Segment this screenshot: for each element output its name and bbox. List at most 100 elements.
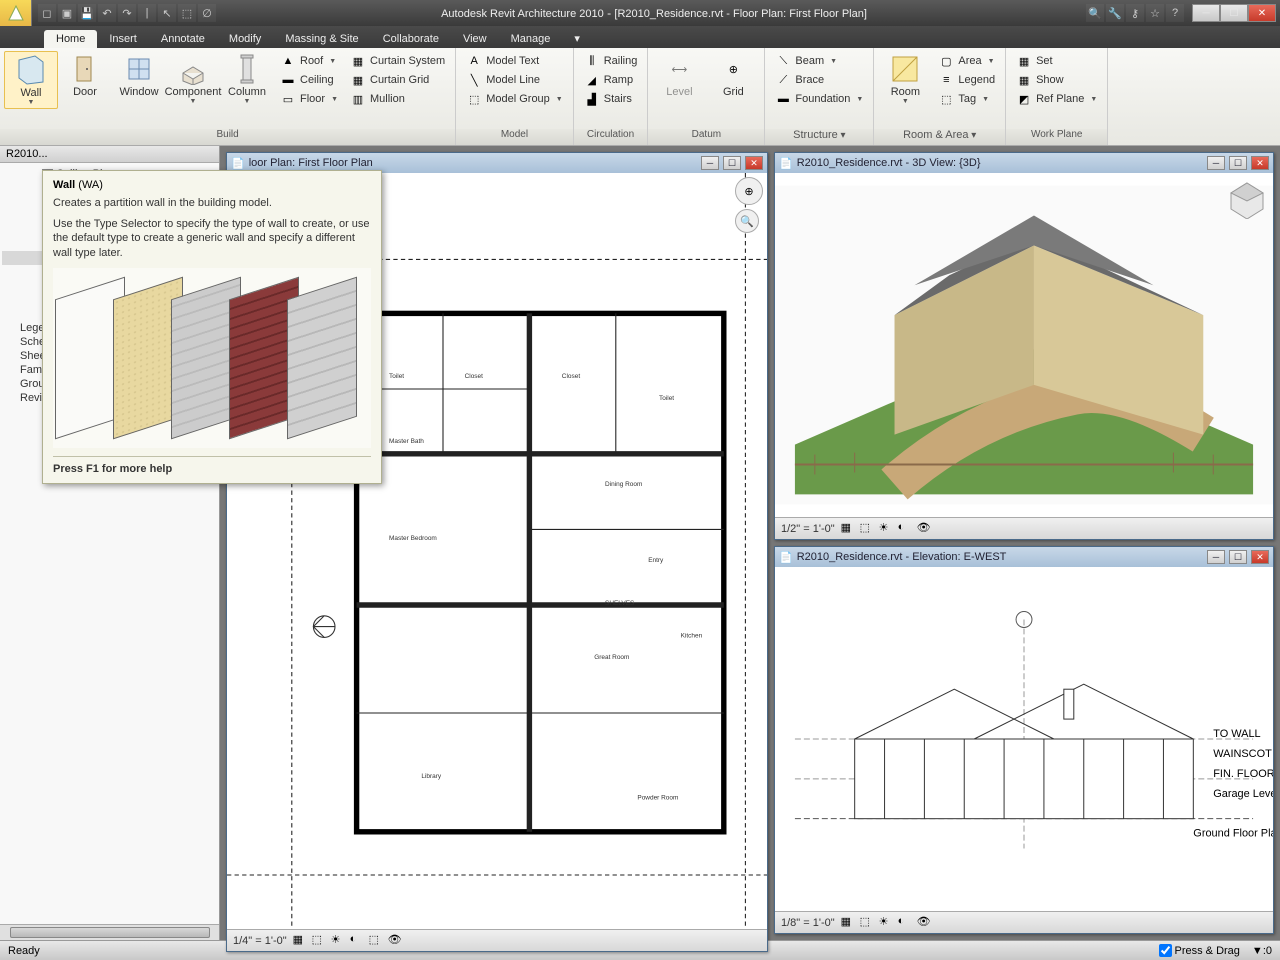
tab-modify[interactable]: Modify	[217, 30, 273, 48]
grid-button[interactable]: ⊕Grid	[706, 51, 760, 100]
elev-scale[interactable]: 1/8" = 1'-0"	[781, 917, 835, 929]
open-icon[interactable]: ▣	[58, 4, 76, 22]
set-button[interactable]: ▦Set	[1012, 52, 1101, 70]
app-menu-button[interactable]	[0, 0, 32, 26]
door-button[interactable]: Door	[58, 51, 112, 100]
view-cube[interactable]	[1227, 179, 1267, 219]
vc-icon[interactable]: ▦	[841, 915, 857, 931]
undo-icon[interactable]: ↶	[98, 4, 116, 22]
ref-plane-button[interactable]: ◩Ref Plane▼	[1012, 90, 1101, 108]
3d-icon[interactable]: ⬚	[178, 4, 196, 22]
shadows-icon[interactable]: ◐	[350, 933, 366, 949]
new-icon[interactable]: ◻	[38, 4, 56, 22]
browser-hscroll[interactable]	[0, 924, 219, 940]
model-line-button[interactable]: ╲Model Line	[462, 71, 567, 89]
3d-view-titlebar[interactable]: 📄 R2010_Residence.rvt - 3D View: {3D} ─ …	[775, 153, 1273, 173]
vc-icon[interactable]: ◐	[898, 521, 914, 537]
key-icon[interactable]: ⚷	[1126, 4, 1144, 22]
brace-button[interactable]: ⟋Brace	[771, 71, 867, 89]
visual-style-icon[interactable]: ⬚	[312, 933, 328, 949]
nav-wheel-icon[interactable]: ⊕	[735, 177, 763, 205]
tab-collaborate[interactable]: Collaborate	[371, 30, 451, 48]
floor-button[interactable]: ▭Floor▼	[276, 90, 342, 108]
hide-icon[interactable]: 👁	[388, 933, 404, 949]
sync-icon[interactable]: ∅	[198, 4, 216, 22]
beam-button[interactable]: ⟍Beam▼	[771, 52, 867, 70]
crop-icon[interactable]: ⬚	[369, 933, 385, 949]
vc-icon[interactable]: ☀	[879, 521, 895, 537]
roof-button[interactable]: ▲Roof▼	[276, 52, 342, 70]
foundation-button[interactable]: ▬Foundation▼	[771, 90, 867, 108]
vc-icon[interactable]: 👁	[917, 915, 933, 931]
filter-icon[interactable]: ▼:0	[1252, 945, 1272, 957]
room-button[interactable]: Room▼	[878, 51, 932, 107]
curtain-system-button[interactable]: ▦Curtain System	[346, 52, 449, 70]
railing-button[interactable]: ⫼Railing	[580, 52, 642, 70]
ceiling-button[interactable]: ▬Ceiling	[276, 71, 342, 89]
minimize-button[interactable]: ─	[1192, 4, 1220, 22]
binoculars-icon[interactable]: 🔍	[1086, 4, 1104, 22]
ribbon-expand-icon[interactable]: ▾	[562, 29, 592, 48]
sun-path-icon[interactable]: ☀	[331, 933, 347, 949]
vc-icon[interactable]: ⬚	[860, 915, 876, 931]
browser-tab[interactable]: R2010...	[0, 146, 219, 163]
svg-text:SHELVES: SHELVES	[605, 600, 635, 607]
tab-view[interactable]: View	[451, 30, 499, 48]
detail-level-icon[interactable]: ▦	[293, 933, 309, 949]
redo-icon[interactable]: ↷	[118, 4, 136, 22]
model-group-button[interactable]: ⬚Model Group▼	[462, 90, 567, 108]
modify-icon[interactable]: ↖	[158, 4, 176, 22]
floor-scale[interactable]: 1/4" = 1'-0"	[233, 935, 287, 947]
save-icon[interactable]: 💾	[78, 4, 96, 22]
wall-button[interactable]: Wall▼	[4, 51, 58, 109]
window-button[interactable]: Window	[112, 51, 166, 100]
mullion-button[interactable]: ▥Mullion	[346, 90, 449, 108]
area-button[interactable]: ▢Area▼	[934, 52, 999, 70]
stairs-button[interactable]: ▟Stairs	[580, 90, 642, 108]
model-text-button[interactable]: AModel Text	[462, 52, 567, 70]
close-button[interactable]: ✕	[1248, 4, 1276, 22]
level-button[interactable]: ⟷Level	[652, 51, 706, 100]
doc-minimize-button[interactable]: ─	[1207, 550, 1225, 564]
doc-maximize-button[interactable]: ☐	[1229, 550, 1247, 564]
doc-maximize-button[interactable]: ☐	[1229, 156, 1247, 170]
legend-icon: ≡	[938, 72, 954, 88]
3d-view-canvas[interactable]	[775, 173, 1273, 517]
ribbon-group-structure: ⟍Beam▼ ⟋Brace ▬Foundation▼ Structure ▾	[765, 48, 874, 145]
doc-minimize-button[interactable]: ─	[1207, 156, 1225, 170]
tab-insert[interactable]: Insert	[97, 30, 149, 48]
zoom-icon[interactable]: 🔍	[735, 209, 759, 233]
tab-massing-site[interactable]: Massing & Site	[273, 30, 370, 48]
component-button[interactable]: Component▼	[166, 51, 220, 107]
show-button[interactable]: ▦Show	[1012, 71, 1101, 89]
vc-icon[interactable]: ⬚	[860, 521, 876, 537]
tag-button[interactable]: ⬚Tag▼	[934, 90, 999, 108]
vc-icon[interactable]: ☀	[879, 915, 895, 931]
legend-button[interactable]: ≡Legend	[934, 71, 999, 89]
help-icon[interactable]: ?	[1166, 4, 1184, 22]
maximize-button[interactable]: ☐	[1220, 4, 1248, 22]
3d-scale[interactable]: 1/2" = 1'-0"	[781, 523, 835, 535]
elevation-titlebar[interactable]: 📄 R2010_Residence.rvt - Elevation: E-WES…	[775, 547, 1273, 567]
vc-icon[interactable]: ◐	[898, 915, 914, 931]
tab-home[interactable]: Home	[44, 30, 97, 48]
doc-minimize-button[interactable]: ─	[701, 156, 719, 170]
elevation-window[interactable]: 📄 R2010_Residence.rvt - Elevation: E-WES…	[774, 546, 1274, 934]
ramp-button[interactable]: ◢Ramp	[580, 71, 642, 89]
vc-icon[interactable]: ▦	[841, 521, 857, 537]
curtain-grid-button[interactable]: ▦Curtain Grid	[346, 71, 449, 89]
press-drag-checkbox[interactable]: Press & Drag	[1159, 944, 1240, 957]
doc-close-button[interactable]: ✕	[1251, 156, 1269, 170]
tab-annotate[interactable]: Annotate	[149, 30, 217, 48]
doc-maximize-button[interactable]: ☐	[723, 156, 741, 170]
tab-manage[interactable]: Manage	[499, 30, 563, 48]
doc-close-button[interactable]: ✕	[745, 156, 763, 170]
tooltip-image	[53, 268, 371, 448]
vc-icon[interactable]: 👁	[917, 521, 933, 537]
3d-view-window[interactable]: 📄 R2010_Residence.rvt - 3D View: {3D} ─ …	[774, 152, 1274, 540]
doc-close-button[interactable]: ✕	[1251, 550, 1269, 564]
column-button[interactable]: Column▼	[220, 51, 274, 107]
star-icon[interactable]: ☆	[1146, 4, 1164, 22]
elevation-canvas[interactable]: TO WALL WAINSCOT FIN. FLOOR Garage Level…	[775, 567, 1273, 911]
wrench-icon[interactable]: 🔧	[1106, 4, 1124, 22]
